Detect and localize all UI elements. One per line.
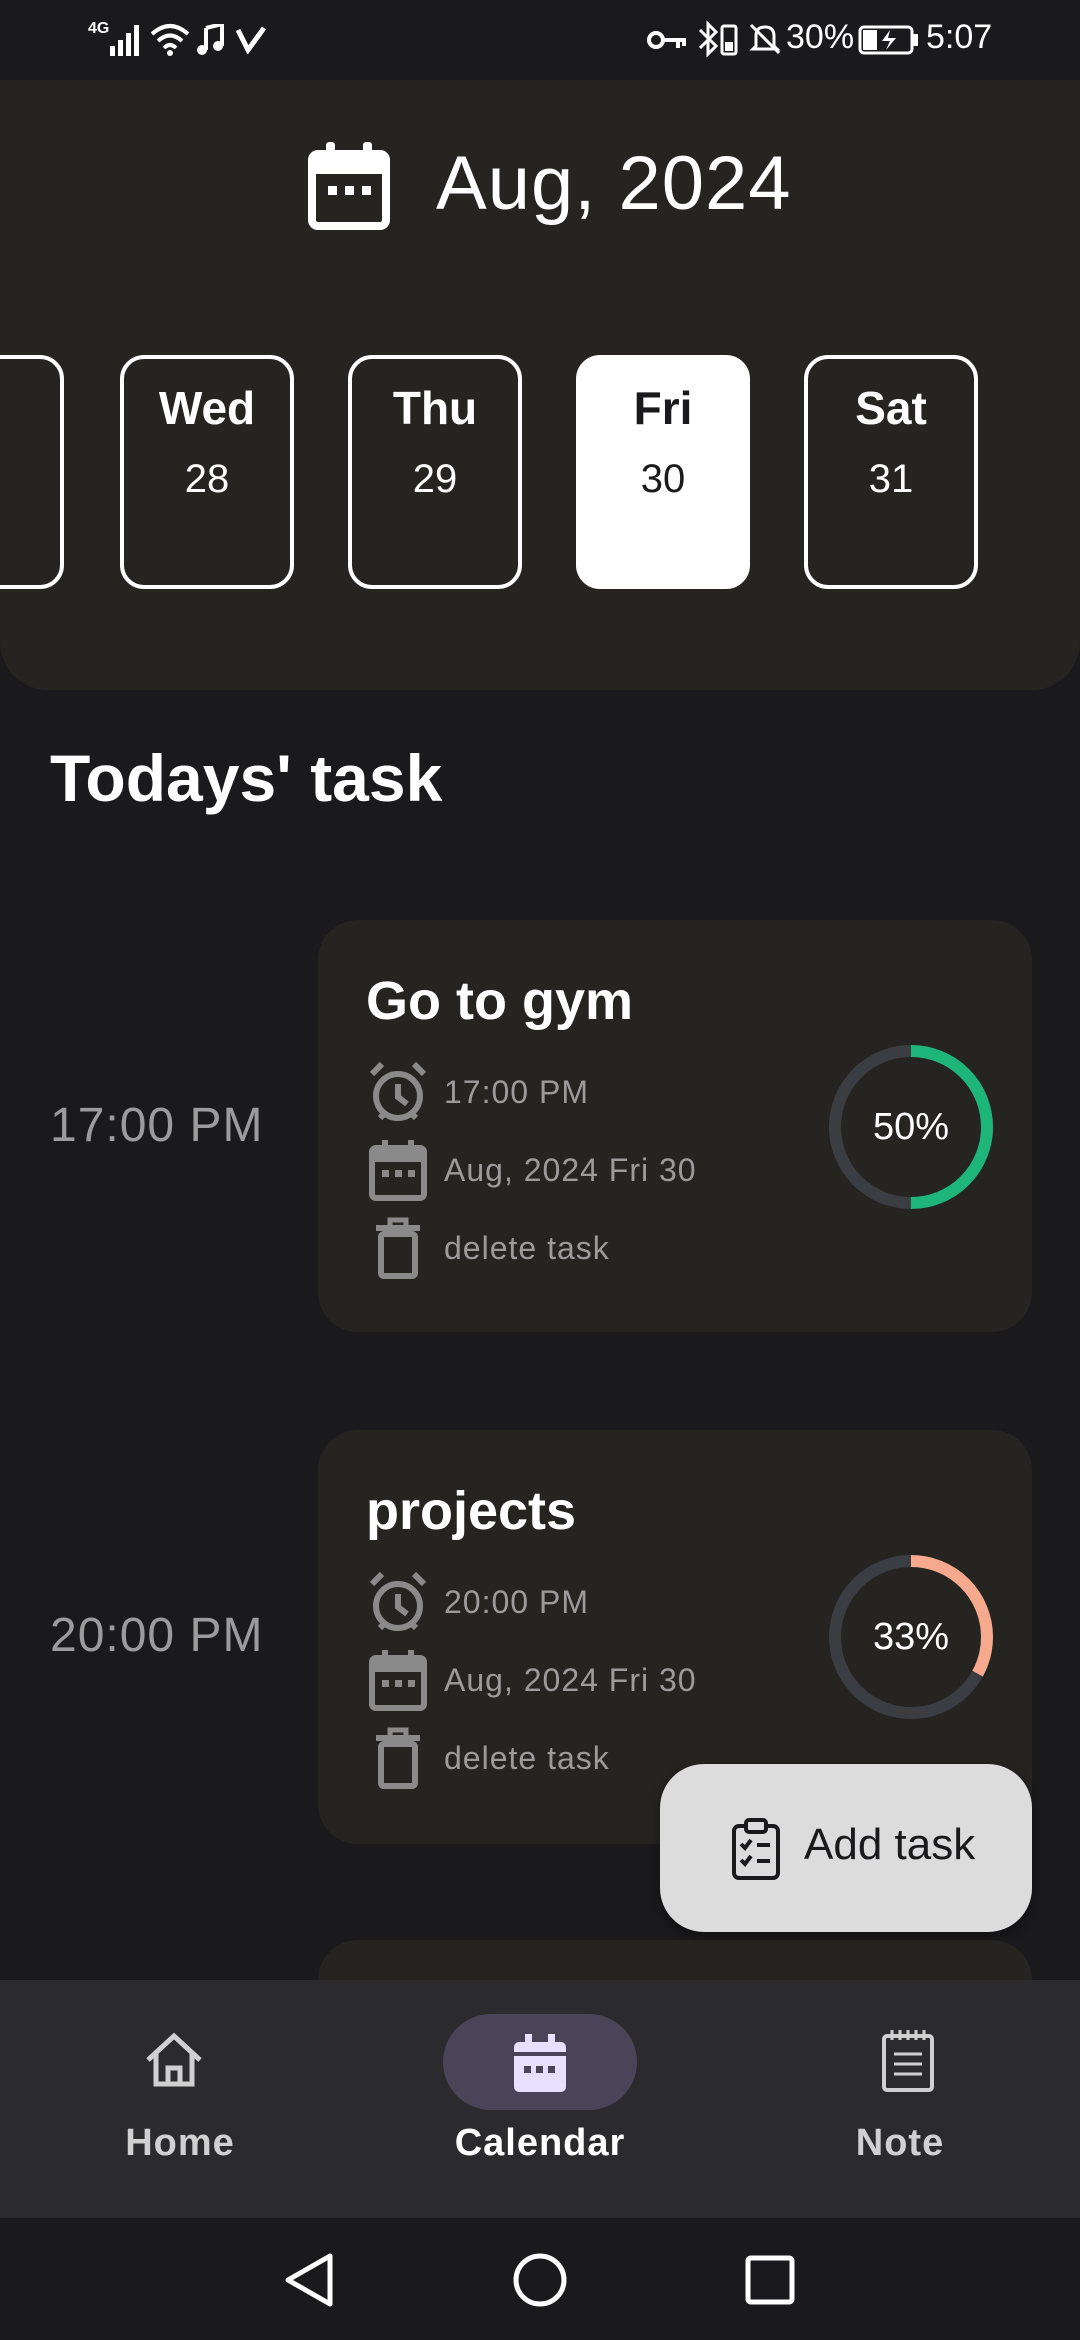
home-icon [146, 2032, 202, 2087]
task-alarm-row: 20:00 PM [366, 1570, 746, 1634]
trash-icon [376, 1727, 420, 1789]
day-chip-sat[interactable]: Sat 31 [804, 355, 978, 589]
calendar-icon [369, 1140, 427, 1201]
trash-icon [376, 1217, 420, 1279]
day-number: 30 [640, 457, 686, 501]
task-alarm-row: 17:00 PM [366, 1060, 746, 1124]
recents-icon[interactable] [744, 2254, 796, 2306]
day-chip-wed[interactable]: Wed 28 [120, 355, 294, 589]
day-name: Thu [392, 382, 478, 434]
task-date-row: Aug, 2024 Fri 30 [366, 1648, 746, 1712]
progress-ring: 33% [826, 1552, 996, 1722]
task-date: Aug, 2024 Fri 30 [444, 1152, 697, 1188]
nav-item-calendar[interactable]: Calendar [360, 1980, 720, 2218]
alarm-clock-icon [369, 1571, 427, 1631]
signal-icon [110, 25, 139, 56]
add-task-button[interactable]: Add task [660, 1764, 1032, 1932]
day-name: Fri [633, 382, 693, 434]
delete-task-label: delete task [444, 1740, 610, 1776]
wifi-icon [150, 24, 190, 56]
task-date: Aug, 2024 Fri 30 [444, 1662, 697, 1698]
nav-label-home: Home [125, 2122, 235, 2164]
status-bar: 4G 30% 5:07 [0, 0, 1080, 80]
music-icon [197, 24, 224, 55]
task-alarm-time: 20:00 PM [444, 1584, 589, 1620]
back-icon[interactable] [282, 2252, 336, 2308]
clipboard-check-icon [732, 1818, 780, 1880]
battery-percent: 30% [786, 18, 855, 56]
task-alarm-time: 17:00 PM [444, 1074, 589, 1110]
progress-percent: 50% [872, 1106, 950, 1148]
vpn-key-icon [647, 31, 686, 49]
month-title: Aug, 2024 [436, 141, 792, 226]
day-number: 29 [412, 457, 458, 501]
nav-item-home[interactable]: Home [0, 1980, 360, 2218]
network-type: 4G [88, 20, 110, 37]
delete-task-label: delete task [444, 1230, 610, 1266]
calendar-icon [308, 142, 390, 230]
day-number: 31 [868, 457, 914, 501]
day-number: 28 [184, 457, 230, 501]
bluetooth-battery-icon [698, 20, 738, 58]
calendar-icon [514, 2034, 566, 2092]
day-chip-fri[interactable]: Fri 30 [576, 355, 750, 589]
home-circle-icon[interactable] [512, 2252, 568, 2308]
calendar-icon [369, 1650, 427, 1711]
nav-label-calendar: Calendar [454, 2122, 626, 2164]
task-title: projects [366, 1481, 577, 1541]
notepad-icon [882, 2030, 934, 2092]
nav-label-note: Note [855, 2122, 945, 2164]
day-chip-thu[interactable]: Thu 29 [348, 355, 522, 589]
progress-ring: 50% [826, 1042, 996, 1212]
alarm-clock-icon [369, 1061, 427, 1121]
battery-icon [858, 25, 918, 55]
day-chip-previous[interactable] [0, 355, 72, 589]
v-app-icon [236, 26, 266, 54]
day-name: Sat [855, 382, 927, 434]
task-card-gym[interactable]: Go to gym 17:00 PM Aug, 2024 Fri 30 dele… [318, 920, 1032, 1332]
nav-item-note[interactable]: Note [720, 1980, 1080, 2218]
clock-time: 5:07 [926, 18, 993, 56]
mute-bell-icon [749, 23, 781, 55]
delete-task-button[interactable]: delete task [366, 1216, 746, 1280]
task-date-row: Aug, 2024 Fri 30 [366, 1138, 746, 1202]
day-name: Wed [158, 382, 256, 434]
system-navigation-bar [0, 2218, 1080, 2340]
task-time-label: 17:00 PM [50, 1099, 264, 1152]
task-time-label: 20:00 PM [50, 1609, 264, 1662]
add-task-label: Add task [804, 1820, 976, 1869]
section-title: Todays' task [50, 741, 443, 815]
progress-percent: 33% [872, 1616, 950, 1658]
task-title: Go to gym [366, 971, 633, 1031]
